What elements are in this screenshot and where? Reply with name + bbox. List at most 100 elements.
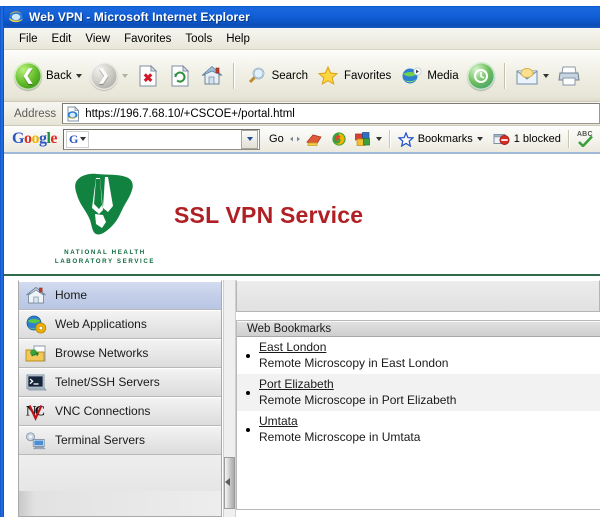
- resize-arrows-icon: [289, 136, 300, 142]
- sidebar-item-terminal-servers-label: Terminal Servers: [55, 433, 146, 447]
- search-button-label: Search: [271, 69, 309, 82]
- bullet-icon: [237, 353, 259, 358]
- sidebar-item-terminal-servers[interactable]: Terminal Servers: [19, 426, 221, 455]
- highlighter-icon: [306, 134, 322, 146]
- toolbar-separator-2: [503, 62, 506, 89]
- stop-icon: ✖: [136, 63, 160, 89]
- bookmark-description: Remote Microscope in Umtata: [259, 430, 421, 444]
- favorites-button[interactable]: Favorites: [312, 56, 395, 96]
- google-options-button[interactable]: [351, 128, 385, 150]
- browser-window: Web VPN - Microsoft Internet Explorer Fi…: [0, 0, 600, 517]
- google-search-input[interactable]: G: [63, 128, 261, 150]
- page-content: NATIONAL HEALTH LABORATORY SERVICE SSL V…: [4, 156, 600, 517]
- bullet-icon: [237, 427, 259, 432]
- google-highlight-button[interactable]: [303, 128, 327, 150]
- bookmark-link[interactable]: East London: [259, 339, 448, 355]
- terminal-icon: [25, 371, 47, 393]
- menu-item-view[interactable]: View: [78, 31, 117, 47]
- google-bookmarks-button[interactable]: Bookmarks: [395, 128, 486, 150]
- sidebar-item-vnc-connections[interactable]: N C VNC Connections: [19, 397, 221, 426]
- sidebar-item-telnet-ssh-servers[interactable]: Telnet/SSH Servers: [19, 368, 221, 397]
- sidebar-item-home[interactable]: Home: [19, 281, 221, 310]
- google-resize-handle[interactable]: [287, 128, 303, 150]
- history-button[interactable]: [463, 56, 499, 96]
- google-spellcheck-button[interactable]: ABC Ch: [574, 128, 600, 150]
- globe-gear-icon: [25, 313, 47, 335]
- google-g-selector[interactable]: G: [66, 130, 90, 148]
- menu-bar: File Edit View Favorites Tools Help: [4, 28, 600, 50]
- menu-item-help[interactable]: Help: [219, 31, 257, 47]
- google-options-chevron-down-icon: [375, 137, 382, 141]
- google-go-button[interactable]: Go: [266, 128, 287, 150]
- google-logo: Google: [12, 130, 58, 147]
- mail-button[interactable]: [511, 56, 553, 96]
- africa-map-icon: [66, 170, 146, 242]
- bookmark-group: Port Elizabeth Remote Microscope in Port…: [237, 374, 600, 411]
- history-icon: [466, 61, 495, 90]
- back-dropdown-icon[interactable]: [75, 73, 82, 78]
- bookmark-group: Umtata Remote Microscope in Umtata: [237, 411, 600, 448]
- bookmark-link[interactable]: Umtata: [259, 413, 420, 429]
- sidebar-item-web-applications[interactable]: Web Applications: [19, 310, 221, 339]
- bookmark-description: Remote Microscopy in East London: [259, 356, 449, 370]
- ie-icon: [8, 9, 24, 25]
- stop-button[interactable]: ✖: [132, 56, 164, 96]
- mail-dropdown-icon[interactable]: [542, 73, 549, 78]
- google-search-dropdown[interactable]: [241, 129, 259, 149]
- search-button[interactable]: Search: [240, 56, 312, 96]
- scroll-left-arrow-icon[interactable]: [225, 478, 230, 486]
- autolink-swirl-icon: [332, 132, 346, 146]
- portal-banner: NATIONAL HEALTH LABORATORY SERVICE SSL V…: [4, 156, 600, 276]
- bookmark-lines: Port Elizabeth Remote Microscope in Port…: [259, 376, 456, 409]
- forward-button[interactable]: ❯: [86, 56, 132, 96]
- window-title: Web VPN - Microsoft Internet Explorer: [29, 10, 250, 24]
- bookmark-link[interactable]: Port Elizabeth: [259, 376, 456, 392]
- google-separator-1: [388, 130, 391, 148]
- portal-body: Home Web Applications Browse Networks Te…: [4, 276, 600, 517]
- logo-caption-line2: LABORATORY SERVICE: [54, 258, 156, 265]
- forward-dropdown-icon: [121, 73, 128, 78]
- google-separator-2: [567, 130, 570, 148]
- menu-item-edit[interactable]: Edit: [45, 31, 79, 47]
- svg-text:✖: ✖: [143, 71, 153, 85]
- google-autolink-button[interactable]: [327, 128, 351, 150]
- refresh-button[interactable]: [164, 56, 196, 96]
- address-label: Address: [14, 107, 57, 120]
- sidebar-item-vnc-connections-label: VNC Connections: [55, 404, 151, 418]
- bullet-icon: [237, 390, 259, 395]
- spellcheck-icon: ABC: [577, 131, 597, 147]
- media-globe-icon: [399, 63, 423, 89]
- google-toolbar: Google G Go Bookmarks 1 blocked ABC: [4, 126, 600, 154]
- search-icon: [244, 63, 268, 89]
- portal-title: SSL VPN Service: [174, 202, 364, 228]
- sidebar-item-telnet-ssh-servers-label: Telnet/SSH Servers: [55, 375, 160, 389]
- print-button[interactable]: [553, 56, 585, 96]
- options-icon: [354, 132, 370, 146]
- sidebar-scrollbar[interactable]: [223, 280, 236, 517]
- menu-item-favorites[interactable]: Favorites: [117, 31, 178, 47]
- forward-arrow-icon: ❯: [89, 61, 118, 90]
- google-bookmarks-label: Bookmarks: [417, 133, 473, 145]
- google-bookmarks-chevron-down-icon: [476, 137, 483, 141]
- home-button[interactable]: [196, 56, 228, 96]
- menu-item-file[interactable]: File: [12, 31, 45, 47]
- bookmark-description: Remote Microscope in Port Elizabeth: [259, 393, 457, 407]
- google-g-chevron-down-icon: [80, 137, 87, 141]
- terminal-server-icon: [25, 429, 47, 451]
- star-icon: [316, 63, 340, 89]
- menu-item-tools[interactable]: Tools: [178, 31, 219, 47]
- sidebar-item-browse-networks-label: Browse Networks: [55, 346, 149, 360]
- sidebar-item-browse-networks[interactable]: Browse Networks: [19, 339, 221, 368]
- google-go-label: Go: [269, 133, 284, 145]
- home-icon: [200, 63, 224, 89]
- title-bar: Web VPN - Microsoft Internet Explorer: [4, 6, 600, 28]
- logo-caption: NATIONAL HEALTH LABORATORY SERVICE: [46, 248, 164, 266]
- folder-arrow-icon: [25, 342, 47, 364]
- google-popup-blocker-button[interactable]: 1 blocked: [490, 128, 564, 150]
- printer-icon: [557, 63, 581, 89]
- back-button[interactable]: ❮ Back: [10, 56, 86, 96]
- bookmark-lines: Umtata Remote Microscope in Umtata: [259, 413, 420, 446]
- media-button[interactable]: Media: [395, 56, 462, 96]
- address-input[interactable]: https://196.7.68.10/+CSCOE+/portal.html: [62, 103, 600, 124]
- bookmark-lines: East London Remote Microscopy in East Lo…: [259, 339, 448, 372]
